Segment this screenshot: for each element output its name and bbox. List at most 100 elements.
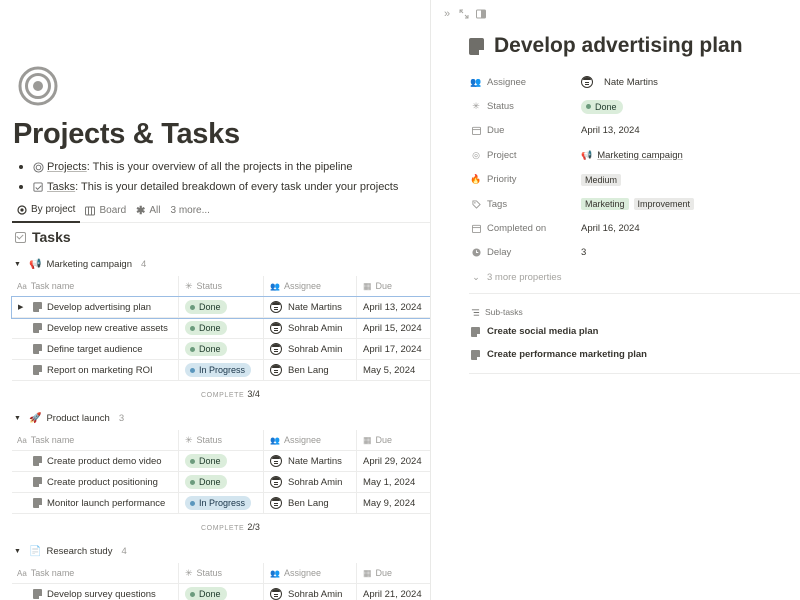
task-name[interactable]: Create product positioning: [47, 477, 158, 488]
property-due[interactable]: Due April 13, 2024: [471, 119, 791, 143]
database-title[interactable]: Tasks: [15, 229, 71, 245]
flame-icon: 🔥: [470, 174, 482, 185]
tasks-link[interactable]: Tasks: [47, 181, 75, 193]
table-row[interactable]: Create product positioning Done Sohrab Ami…: [12, 471, 430, 493]
target-icon[interactable]: [18, 66, 58, 106]
status-badge[interactable]: Done: [185, 475, 227, 489]
task-name[interactable]: Develop advertising plan: [47, 302, 151, 313]
more-properties-button[interactable]: ⌄ 3 more properties: [471, 265, 791, 289]
due-date[interactable]: May 1, 2024: [363, 477, 415, 488]
people-icon: 👥: [270, 281, 280, 291]
status-badge[interactable]: Done: [185, 321, 227, 335]
column-task-name[interactable]: Aa Task name: [12, 430, 178, 451]
property-value: Nate Martins: [604, 76, 658, 88]
status-badge[interactable]: Done: [185, 587, 227, 600]
property-assignee[interactable]: 👥 Assignee Nate Martins: [470, 70, 791, 94]
list-item: Tasks : This is your detailed breakdown …: [16, 177, 398, 197]
due-date[interactable]: May 9, 2024: [363, 498, 415, 509]
task-name[interactable]: Develop new creative assets: [47, 323, 168, 334]
assignee-name[interactable]: Nate Martins: [288, 456, 342, 467]
group-header[interactable]: ▼ 🚀 Product launch 3: [14, 413, 124, 424]
property-status[interactable]: ✳ Status Done: [471, 94, 791, 118]
document-icon: [33, 477, 42, 487]
tab-board[interactable]: Board: [80, 199, 131, 223]
tab-more[interactable]: 3 more...: [166, 199, 215, 223]
assignee-name[interactable]: Sohrab Amin: [288, 323, 342, 334]
property-project[interactable]: ◎ Project 📢 Marketing campaign: [471, 143, 791, 167]
column-due[interactable]: ▦ Due: [356, 275, 430, 297]
table-row[interactable]: Develop new creative assets Done Sohrab Am…: [12, 317, 430, 339]
status-badge[interactable]: Done: [185, 342, 227, 356]
table-row[interactable]: Create product demo video Done Nate Martin…: [12, 450, 430, 472]
assignee-name[interactable]: Ben Lang: [288, 498, 329, 509]
status-badge[interactable]: In Progress: [185, 363, 252, 377]
task-name[interactable]: Monitor launch performance: [47, 498, 165, 509]
column-task-name[interactable]: Aa Task name: [12, 563, 178, 584]
column-task-name[interactable]: Aa Task name: [12, 276, 178, 297]
column-due[interactable]: ▦ Due: [356, 429, 430, 451]
table-row[interactable]: Monitor launch performance In Progress Ben…: [12, 492, 430, 514]
avatar: [270, 322, 282, 334]
property-completed-on[interactable]: Completed on April 16, 2024: [471, 216, 791, 240]
assignee-name[interactable]: Nate Martins: [288, 302, 342, 313]
target-icon: ◎: [472, 149, 480, 160]
avatar: [270, 588, 282, 600]
collapse-triangle-icon[interactable]: ▼: [14, 415, 24, 422]
task-name[interactable]: Report on marketing ROI: [47, 365, 153, 376]
status-badge[interactable]: Done: [185, 454, 227, 468]
due-date[interactable]: May 5, 2024: [363, 365, 415, 376]
project-link[interactable]: Marketing campaign: [597, 150, 683, 161]
task-name[interactable]: Define target audience: [47, 344, 143, 355]
due-date[interactable]: April 13, 2024: [363, 302, 422, 313]
assignee-name[interactable]: Sohrab Amin: [288, 477, 342, 488]
property-tags[interactable]: Tags Marketing Improvement: [471, 192, 791, 216]
tab-by-project[interactable]: By project: [12, 199, 81, 223]
expand-arrow-icon[interactable]: ▶: [18, 303, 28, 311]
column-assignee[interactable]: 👥 Assignee: [263, 275, 356, 297]
property-delay[interactable]: Delay 3: [471, 241, 791, 265]
expand-icon[interactable]: [458, 8, 470, 20]
document-icon[interactable]: [469, 37, 484, 55]
asterisk-icon: ✱: [136, 205, 146, 217]
due-date[interactable]: April 15, 2024: [363, 323, 422, 334]
assignee-name[interactable]: Sohrab Amin: [288, 589, 342, 600]
collapse-triangle-icon[interactable]: ▼: [14, 548, 24, 555]
status-icon: ✳: [185, 567, 193, 578]
tag-improvement: Improvement: [633, 198, 695, 211]
task-name[interactable]: Develop survey questions: [47, 589, 156, 600]
assignee-name[interactable]: Sohrab Amin: [288, 344, 342, 355]
projects-link[interactable]: Projects: [47, 161, 87, 173]
table-row[interactable]: Define target audience Done Sohrab Amin Apr…: [12, 338, 430, 360]
assignee-name[interactable]: Ben Lang: [288, 365, 329, 376]
column-status[interactable]: ✳ Status: [178, 562, 263, 584]
table-row[interactable]: Report on marketing ROI In Progress Ben La…: [12, 359, 430, 381]
table-row[interactable]: ▶ Develop advertising plan Done Nate Martin…: [11, 296, 430, 319]
due-date[interactable]: April 21, 2024: [363, 589, 422, 600]
column-due[interactable]: ▦ Due: [356, 562, 430, 584]
task-name[interactable]: Create product demo video: [47, 456, 162, 467]
property-priority[interactable]: 🔥 Priority Medium: [470, 168, 791, 192]
subtasks-header[interactable]: Sub-tasks: [471, 305, 791, 319]
group-header[interactable]: ▼ 📄 Research study 4: [14, 546, 127, 557]
property-label: Completed on: [487, 223, 547, 235]
text-type-icon: Aa: [17, 435, 27, 445]
people-icon: 👥: [270, 568, 280, 578]
status-badge[interactable]: In Progress: [185, 496, 252, 510]
due-date[interactable]: April 29, 2024: [363, 456, 422, 467]
column-status[interactable]: ✳ Status: [178, 429, 263, 451]
column-assignee[interactable]: 👥 Assignee: [263, 562, 356, 584]
tab-all[interactable]: ✱ All: [131, 199, 165, 223]
status-badge[interactable]: Done: [185, 300, 227, 314]
peek-mode-icon[interactable]: [475, 8, 487, 20]
due-date[interactable]: April 17, 2024: [363, 344, 422, 355]
table-row[interactable]: Develop survey questions Done Sohrab Amin A…: [12, 583, 430, 600]
subtask-item[interactable]: Create performance marketing plan: [471, 344, 791, 365]
panel-title-text[interactable]: Develop advertising plan: [494, 34, 743, 58]
column-status[interactable]: ✳ Status: [178, 275, 263, 297]
subtask-item[interactable]: Create social media plan: [471, 321, 791, 342]
column-assignee[interactable]: 👥 Assignee: [263, 429, 356, 451]
close-peek-icon[interactable]: »: [441, 8, 453, 20]
group-header[interactable]: ▼ 📢 Marketing campaign 4: [14, 259, 146, 270]
collapse-triangle-icon[interactable]: ▼: [14, 261, 24, 268]
group-count: 3: [118, 413, 125, 424]
